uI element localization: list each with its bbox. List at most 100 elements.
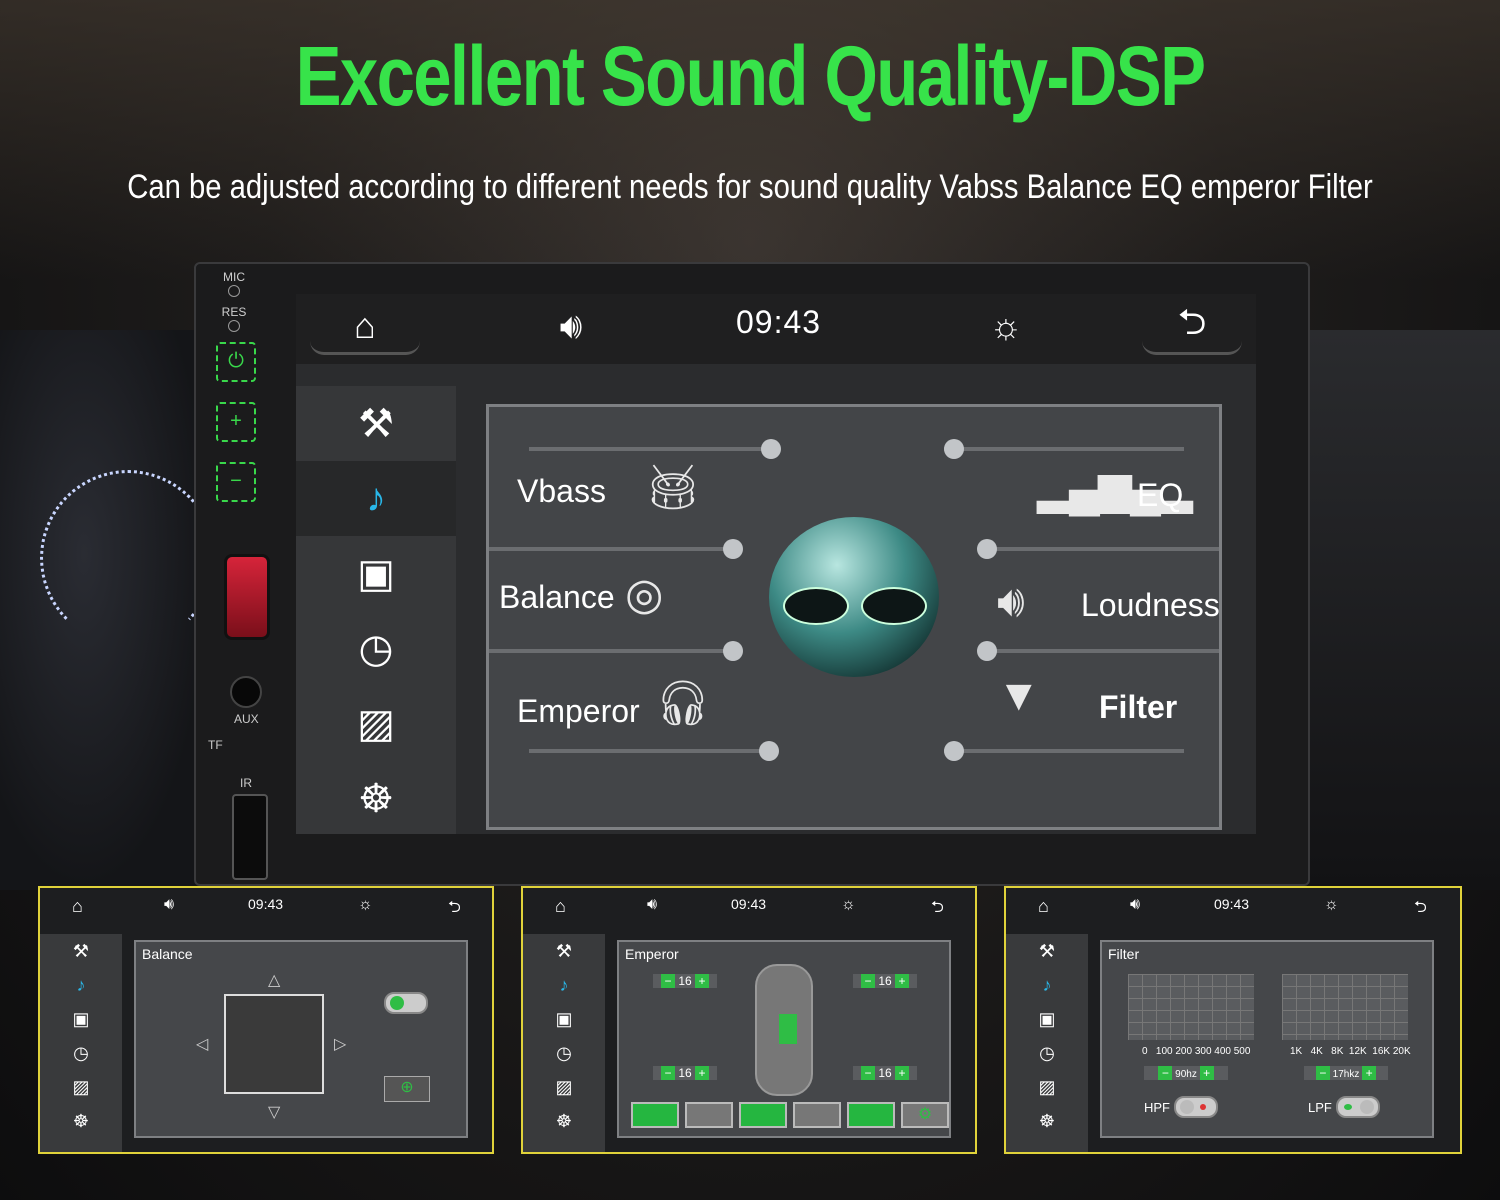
tools-icon[interactable]: ⚒: [1006, 934, 1088, 968]
tv-settings-icon[interactable]: ▣: [40, 1002, 122, 1036]
speaker-icon[interactable]: 🔊︎: [1130, 896, 1140, 914]
loudness-label[interactable]: Loudness: [1081, 587, 1220, 624]
clock-icon[interactable]: ◷: [1006, 1036, 1088, 1070]
headphones-icon[interactable]: 🎧︎: [655, 677, 711, 729]
tv-settings-icon: ▣: [357, 551, 395, 596]
back-icon[interactable]: ⮌: [448, 896, 461, 923]
slider-knob[interactable]: [977, 641, 997, 661]
music-settings-icon[interactable]: ♪: [1006, 968, 1088, 1002]
image-icon[interactable]: ▨: [523, 1070, 605, 1104]
sun-icon[interactable]: ☼: [358, 896, 373, 914]
back-icon[interactable]: ⮌: [931, 896, 944, 923]
thumb-top-bar: ⌂ 🔊︎ 09:43 ☼ ⮌: [1006, 888, 1458, 926]
back-icon[interactable]: ⮌: [1414, 896, 1427, 923]
rear-right-level[interactable]: − 16 +: [853, 1066, 917, 1080]
sun-icon[interactable]: ☼: [1324, 896, 1339, 914]
tools-icon[interactable]: ⚒: [40, 934, 122, 968]
tools-icon[interactable]: ⚒: [523, 934, 605, 968]
thumb-sidebar: ⚒ ♪ ▣ ◷ ▨ ☸: [40, 934, 122, 1152]
lpf-frequency-control[interactable]: − 17hkz +: [1304, 1066, 1388, 1080]
headline: Excellent Sound Quality-DSP: [295, 29, 1206, 123]
clock-icon[interactable]: ◷: [523, 1036, 605, 1070]
settings-sidebar: ⚒ ♪ ▣ ◷ ▨ ☸: [296, 386, 456, 834]
slider-knob[interactable]: [944, 741, 964, 761]
top-bar: ⌂ 🔊︎ 09:43 ☼ ⮌: [296, 294, 1256, 364]
preset-button[interactable]: [793, 1102, 841, 1128]
home-icon[interactable]: ⌂: [1038, 896, 1049, 917]
subheadline: Can be adjusted according to different n…: [127, 168, 1373, 206]
filter-funnel-icon[interactable]: ▼: [997, 671, 1041, 721]
music-settings-icon[interactable]: ♪: [40, 968, 122, 1002]
speaker-icon[interactable]: 🔊︎: [647, 896, 657, 914]
power-button[interactable]: ⏻: [216, 342, 256, 382]
usb-port-red[interactable]: [224, 554, 270, 640]
speaker-icon[interactable]: 🔊︎: [164, 896, 174, 914]
hpf-frequency-control[interactable]: − 90hz +: [1144, 1066, 1228, 1080]
vbass-label[interactable]: Vbass: [517, 473, 606, 510]
emperor-label[interactable]: Emperor: [517, 693, 640, 730]
reset-button[interactable]: [228, 320, 240, 332]
slider-knob[interactable]: [759, 741, 779, 761]
settings-gear-button[interactable]: ⚙: [901, 1102, 949, 1128]
slider-knob[interactable]: [977, 539, 997, 559]
lpf-toggle[interactable]: [1336, 1096, 1380, 1118]
tv-settings-icon[interactable]: ▣: [523, 1002, 605, 1036]
preset-button[interactable]: [685, 1102, 733, 1128]
clock-icon[interactable]: ◷: [40, 1036, 122, 1070]
steering-wheel-icon[interactable]: ☸: [40, 1104, 122, 1138]
image-icon[interactable]: ▨: [1006, 1070, 1088, 1104]
sun-icon[interactable]: ☼: [841, 896, 856, 914]
sidebar-item-sound[interactable]: ♪: [296, 461, 456, 536]
tv-settings-icon[interactable]: ▣: [1006, 1002, 1088, 1036]
filter-label[interactable]: Filter: [1099, 689, 1177, 726]
preset-button[interactable]: [739, 1102, 787, 1128]
preset-button[interactable]: [847, 1102, 895, 1128]
brightness-button[interactable]: ☼: [976, 300, 1036, 352]
clock-icon: ◷: [358, 626, 394, 671]
volume-up-button[interactable]: +: [216, 402, 256, 442]
slider-knob[interactable]: [761, 439, 781, 459]
balance-toggle[interactable]: [384, 992, 428, 1014]
image-icon[interactable]: ▨: [40, 1070, 122, 1104]
down-arrow-icon[interactable]: ▽: [268, 1102, 280, 1122]
rear-left-level[interactable]: − 16 +: [653, 1066, 717, 1080]
seat-layout[interactable]: [224, 994, 324, 1094]
aux-port[interactable]: [230, 676, 262, 708]
back-button[interactable]: ⮌: [1142, 300, 1242, 355]
volume-button[interactable]: 🔊︎: [536, 300, 606, 352]
music-settings-icon[interactable]: ♪: [523, 968, 605, 1002]
panel-title: Filter: [1108, 946, 1140, 962]
hpf-toggle[interactable]: [1174, 1096, 1218, 1118]
thumb-sidebar: ⚒ ♪ ▣ ◷ ▨ ☸: [523, 934, 605, 1152]
balance-label[interactable]: Balance: [499, 579, 615, 616]
right-arrow-icon[interactable]: ▷: [334, 1034, 346, 1054]
left-arrow-icon[interactable]: ◁: [196, 1034, 208, 1054]
sidebar-item-wallpaper[interactable]: ▨: [296, 686, 456, 761]
slider-knob[interactable]: [723, 539, 743, 559]
hpf-label: HPF: [1144, 1100, 1170, 1115]
up-arrow-icon[interactable]: △: [268, 970, 280, 990]
sidebar-item-clock[interactable]: ◷: [296, 611, 456, 686]
home-icon[interactable]: ⌂: [555, 896, 566, 917]
usb-port[interactable]: [232, 794, 268, 880]
balance-icon[interactable]: ◎: [625, 569, 663, 620]
slider-knob[interactable]: [944, 439, 964, 459]
target-button[interactable]: ⊕: [384, 1076, 430, 1102]
home-button[interactable]: ⌂: [310, 300, 420, 355]
front-right-level[interactable]: − 16 +: [853, 974, 917, 988]
sidebar-item-display[interactable]: ▣: [296, 536, 456, 611]
steering-wheel-icon[interactable]: ☸: [523, 1104, 605, 1138]
front-left-level[interactable]: − 16 +: [653, 974, 717, 988]
home-icon[interactable]: ⌂: [72, 896, 83, 917]
drum-icon[interactable]: 🥁︎: [645, 461, 701, 513]
sun-icon: ☼: [989, 305, 1023, 346]
filter-screen-thumbnail: ⌂ 🔊︎ 09:43 ☼ ⮌ ⚒ ♪ ▣ ◷ ▨ ☸ Filter 0 100 …: [1004, 886, 1462, 1154]
preset-button[interactable]: [631, 1102, 679, 1128]
volume-down-button[interactable]: −: [216, 462, 256, 502]
sidebar-item-tools[interactable]: ⚒: [296, 386, 456, 461]
sidebar-item-steering[interactable]: ☸: [296, 761, 456, 836]
steering-wheel-icon[interactable]: ☸: [1006, 1104, 1088, 1138]
eq-label[interactable]: EQ: [1137, 477, 1183, 514]
loudness-icon[interactable]: 🔊︎: [997, 577, 1025, 627]
slider-knob[interactable]: [723, 641, 743, 661]
